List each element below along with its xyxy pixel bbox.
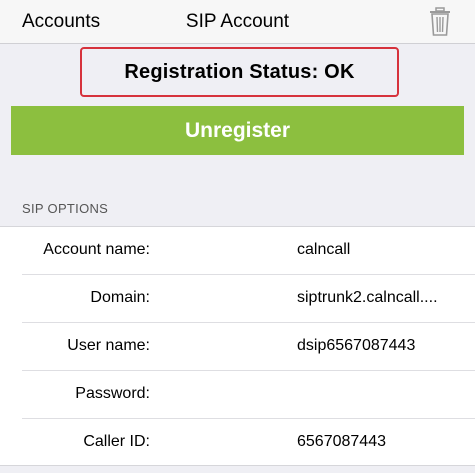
caller-id-row[interactable]: Caller ID: 6567087443 [0,419,475,467]
password-row[interactable]: Password: [0,371,475,419]
account-name-label: Account name: [43,241,150,258]
user-name-label: User name: [67,337,150,354]
account-name-value[interactable]: calncall [297,241,467,259]
user-name-value[interactable]: dsip6567087443 [297,337,467,355]
domain-label: Domain: [90,289,150,306]
page-title: SIP Account [185,11,290,32]
registration-status-text: Registration Status: OK [124,60,355,83]
unregister-button[interactable]: Unregister [11,106,464,155]
domain-row[interactable]: Domain: siptrunk2.calncall.... [0,275,475,323]
navigation-bar: Accounts SIP Account [0,0,475,44]
caller-id-value[interactable]: 6567087443 [297,433,467,451]
caller-id-label: Caller ID: [83,433,150,450]
registration-status-box: Registration Status: OK [80,47,399,97]
domain-value[interactable]: siptrunk2.calncall.... [297,289,467,307]
password-label: Password: [75,385,150,402]
account-name-row[interactable]: Account name: calncall [0,227,475,275]
sip-options-header: SIP OPTIONS [22,201,109,216]
sip-options-list: Account name: calncall Domain: siptrunk2… [0,226,475,466]
trash-icon[interactable] [428,7,452,37]
user-name-row[interactable]: User name: dsip6567087443 [0,323,475,371]
